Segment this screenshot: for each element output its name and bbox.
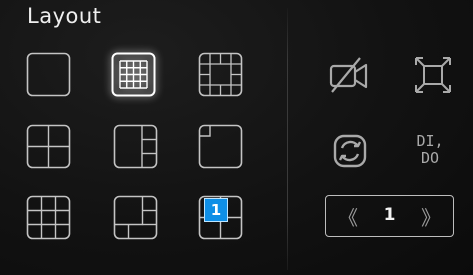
page-selector: 《 1 》 [325,195,454,237]
grid-9-icon [26,195,71,240]
sync-icon [333,134,367,168]
layout-1-plus-5-button[interactable] [198,124,243,169]
grid-perimeter-icon [198,52,243,97]
layout-12-perimeter-button[interactable] [198,52,243,97]
grid-16-icon [111,52,156,97]
quad-view-icon [26,124,71,169]
single-view-icon [26,52,71,97]
dido-label-line2: DO [420,149,440,167]
panel-title: Layout [27,4,102,28]
layout-single-button[interactable] [26,52,71,97]
expand-arrows-icon [415,57,451,93]
refresh-button[interactable] [327,128,373,174]
layout-1-plus-7-button[interactable] [113,195,158,240]
layout-9-button[interactable] [26,195,71,240]
vertical-divider [287,8,288,270]
layout-1-plus-3-button[interactable] [113,124,158,169]
video-off-icon [329,57,368,93]
channel-badge: 1 [204,198,228,222]
next-page-button[interactable]: 》 [421,202,441,231]
corner-view-icon [198,124,243,169]
big-one-view-icon [113,195,158,240]
fullscreen-button[interactable] [410,52,456,98]
camera-off-button[interactable] [326,52,372,98]
layout-16-button[interactable] [111,52,156,97]
split-view-icon [113,124,158,169]
dido-label-line1: DI, [416,132,444,150]
layout-panel: Layout 1 DI, DO 《 1 》 [0,0,473,275]
dido-button[interactable]: DI, DO [406,128,454,172]
layout-quad-button[interactable] [26,124,71,169]
